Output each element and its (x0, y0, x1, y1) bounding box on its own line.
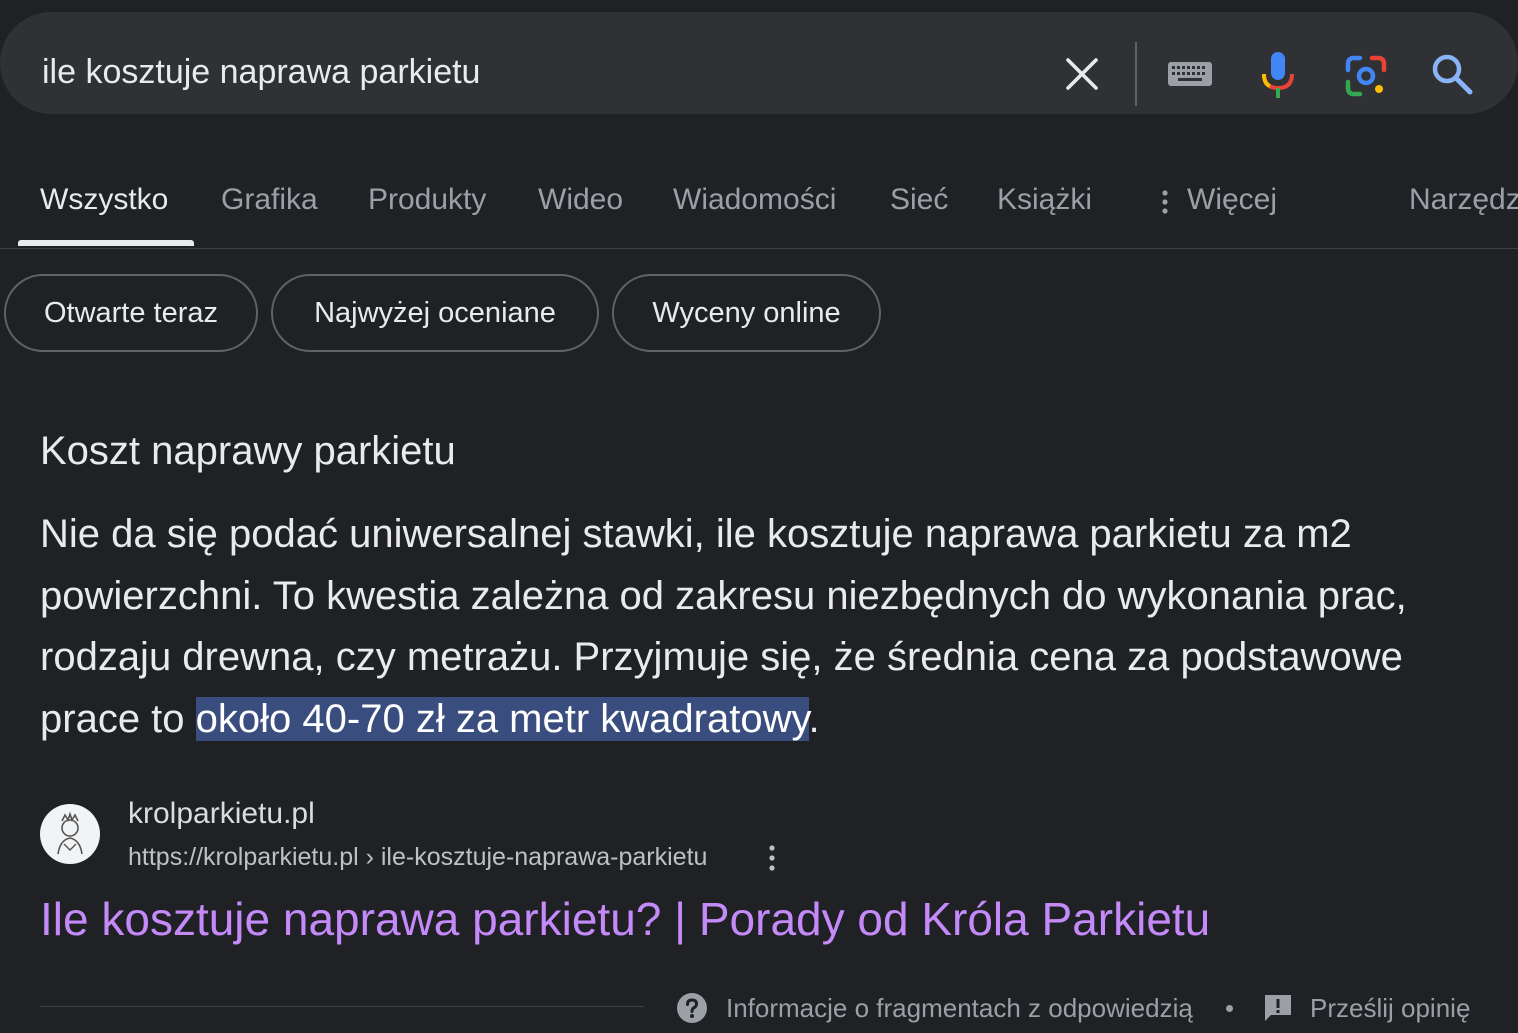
tab-images[interactable]: Grafika (221, 182, 318, 218)
snippet-title: Koszt naprawy parkietu (40, 429, 456, 473)
site-favicon[interactable] (40, 804, 100, 864)
site-name[interactable]: krolparkietu.pl (128, 796, 315, 832)
tab-videos[interactable]: Wideo (538, 182, 623, 218)
chip-open-now[interactable]: Otwarte teraz (4, 274, 258, 352)
tab-web[interactable]: Sieć (890, 182, 948, 218)
about-snippets-link[interactable]: Informacje o fragmentach z odpowiedzią (726, 992, 1193, 1024)
more-vert-icon[interactable] (764, 842, 780, 874)
search-icon[interactable] (1426, 48, 1478, 100)
tab-more[interactable]: Więcej (1187, 182, 1277, 218)
tab-news[interactable]: Wiadomości (673, 182, 836, 218)
lens-icon[interactable] (1340, 50, 1392, 102)
feedback-icon[interactable] (1262, 992, 1294, 1024)
snippet-divider (40, 1006, 644, 1007)
result-title-link[interactable]: Ile kosztuje naprawa parkietu? | Porady … (40, 890, 1210, 948)
tab-books[interactable]: Książki (997, 182, 1092, 218)
snippet-highlight: około 40-70 zł za metr kwadratowy (195, 696, 809, 741)
tab-all[interactable]: Wszystko (40, 182, 168, 218)
snippet-text: Nie da się podać uniwersalnej stawki, il… (40, 504, 1480, 750)
keyboard-icon[interactable] (1163, 54, 1217, 94)
close-icon[interactable] (1058, 48, 1106, 100)
chip-top-rated[interactable]: Najwyżej oceniane (271, 274, 599, 352)
more-vert-icon[interactable] (1158, 188, 1172, 216)
snippet-text-after: . (808, 696, 820, 741)
search-results-page: ile kosztuje naprawa parkietu Wszystko G… (0, 0, 1518, 1033)
chip-online-quotes[interactable]: Wyceny online (612, 274, 881, 352)
footer-separator (1226, 1005, 1233, 1012)
search-tabs: Wszystko Grafika Produkty Wideo Wiadomoś… (0, 150, 1518, 249)
tab-tools[interactable]: Narzędz (1409, 182, 1518, 218)
active-tab-indicator (18, 240, 194, 246)
send-feedback-link[interactable]: Prześlij opinię (1310, 992, 1470, 1024)
search-bar-divider (1135, 42, 1137, 106)
help-icon[interactable] (676, 992, 708, 1024)
search-input[interactable]: ile kosztuje naprawa parkietu (42, 52, 480, 92)
mic-icon[interactable] (1256, 48, 1300, 104)
tab-products[interactable]: Produkty (368, 182, 486, 218)
search-bar[interactable]: ile kosztuje naprawa parkietu (0, 12, 1518, 114)
site-url[interactable]: https://krolparkietu.pl › ile-kosztuje-n… (128, 842, 707, 872)
